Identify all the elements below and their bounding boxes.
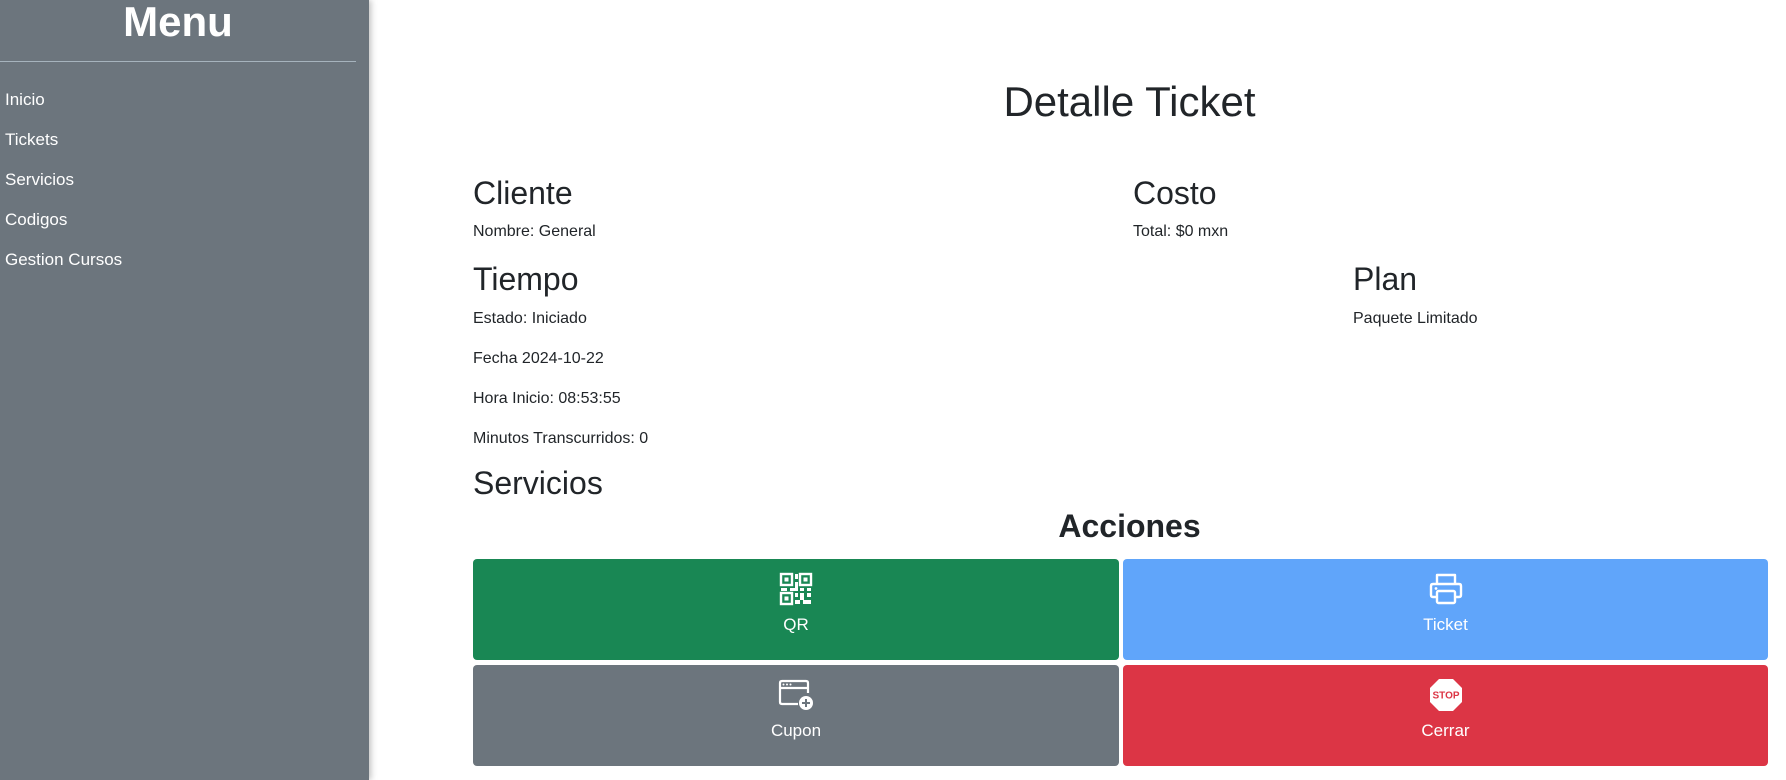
cupon-button[interactable]: Cupon (473, 665, 1119, 766)
sidebar: Menu Inicio Tickets Servicios Codigos Ge… (0, 0, 369, 780)
window-plus-icon (778, 677, 814, 713)
menu-title: Menu (123, 0, 233, 45)
tiempo-heading: Tiempo (473, 261, 579, 297)
plan-heading: Plan (1353, 261, 1418, 297)
cerrar-button[interactable]: STOP Cerrar (1123, 665, 1768, 766)
sidebar-item-gestion-cursos[interactable]: Gestion Cursos (5, 246, 122, 286)
stop-sign-icon: STOP (1428, 677, 1464, 713)
sidebar-item-codigos[interactable]: Codigos (5, 206, 122, 246)
cliente-heading: Cliente (473, 175, 573, 211)
tiempo-hora-inicio: Hora Inicio: 08:53:55 (473, 390, 621, 407)
acciones-heading: Acciones (1058, 508, 1201, 544)
page-title: Detalle Ticket (1003, 78, 1256, 125)
cliente-nombre: Nombre: General (473, 223, 596, 240)
ticket-button[interactable]: Ticket (1123, 559, 1768, 660)
ticket-button-label: Ticket (1423, 615, 1468, 634)
menu-divider (0, 61, 356, 62)
qr-button[interactable]: QR (473, 559, 1119, 660)
printer-icon (1428, 571, 1464, 607)
main-content: Detalle Ticket Cliente Nombre: General C… (369, 0, 1786, 780)
sidebar-item-inicio[interactable]: Inicio (5, 86, 122, 126)
sidebar-item-servicios[interactable]: Servicios (5, 166, 122, 206)
tiempo-minutos: Minutos Transcurridos: 0 (473, 430, 649, 447)
tiempo-estado: Estado: Iniciado (473, 310, 587, 327)
costo-total: Total: $0 mxn (1133, 223, 1229, 240)
qr-button-label: QR (783, 615, 809, 634)
cupon-button-label: Cupon (770, 721, 822, 740)
cerrar-button-label: Cerrar (1421, 721, 1470, 740)
servicios-heading: Servicios (473, 465, 603, 501)
tiempo-fecha: Fecha 2024-10-22 (473, 350, 604, 367)
qr-code-icon (779, 571, 813, 607)
sidebar-item-tickets[interactable]: Tickets (5, 126, 122, 166)
stop-sign-text: STOP (1432, 691, 1459, 702)
costo-heading: Costo (1133, 175, 1217, 211)
sidebar-menu: Inicio Tickets Servicios Codigos Gestion… (5, 86, 122, 286)
plan-nombre: Paquete Limitado (1353, 310, 1478, 327)
